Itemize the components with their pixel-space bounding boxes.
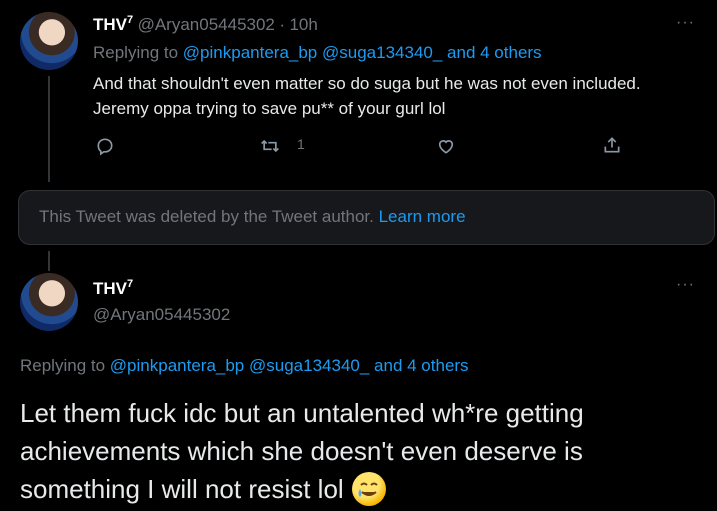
avatar[interactable] [20, 12, 78, 70]
mention-link[interactable]: @suga134340_ [322, 43, 442, 62]
deleted-tweet-notice: This Tweet was deleted by the Tweet auth… [18, 190, 715, 245]
tweet-text-line: achievements which she doesn't even dese… [20, 436, 583, 466]
more-options-icon[interactable]: ··· [676, 14, 695, 32]
reply-icon[interactable] [93, 134, 117, 158]
user-handle[interactable]: @Aryan05445302 [138, 15, 275, 34]
replying-to: Replying to @pinkpantera_bp @suga134340_… [20, 356, 469, 376]
timestamp[interactable]: 10h [289, 15, 317, 34]
replying-to-label: Replying to [93, 43, 179, 62]
user-handle[interactable]: @Aryan05445302 [93, 305, 230, 325]
tweet-text-line: Jeremy oppa trying to save pu** of your … [93, 99, 446, 118]
mention-link[interactable]: @pinkpantera_bp [183, 43, 317, 62]
mention-link[interactable]: @suga134340_ [249, 356, 369, 375]
deleted-tweet-message: This Tweet was deleted by the Tweet auth… [39, 207, 374, 226]
avatar[interactable] [20, 273, 78, 331]
like-icon[interactable] [434, 134, 458, 158]
share-icon[interactable] [600, 133, 624, 157]
tweet-header: THV7 @Aryan05445302 · 10h [93, 14, 318, 35]
display-name[interactable]: THV7 [93, 278, 133, 299]
replying-to-label: Replying to [20, 356, 106, 375]
more-options-icon[interactable]: ··· [676, 276, 695, 294]
tweet-text: And that shouldn't even matter so do sug… [93, 71, 641, 121]
tweet-text-line: And that shouldn't even matter so do sug… [93, 74, 641, 93]
main-tweet-text: Let them fuck idc but an untalented wh*r… [20, 394, 584, 508]
sweat-smile-emoji-icon [351, 472, 386, 506]
retweet-icon[interactable] [258, 134, 282, 158]
retweet-count: 1 [297, 136, 305, 152]
separator-dot: · [279, 15, 286, 34]
display-name[interactable]: THV7 [93, 14, 133, 34]
others-link[interactable]: and 4 others [447, 43, 542, 62]
mention-link[interactable]: @pinkpantera_bp [110, 356, 244, 375]
others-link[interactable]: and 4 others [374, 356, 469, 375]
replying-to: Replying to @pinkpantera_bp @suga134340_… [93, 43, 542, 63]
tweet-text-line: something I will not resist lol [20, 474, 344, 504]
thread-line [48, 76, 50, 182]
tweet-text-line: Let them fuck idc but an untalented wh*r… [20, 398, 584, 428]
learn-more-link[interactable]: Learn more [379, 207, 466, 226]
thread-line [48, 251, 50, 271]
